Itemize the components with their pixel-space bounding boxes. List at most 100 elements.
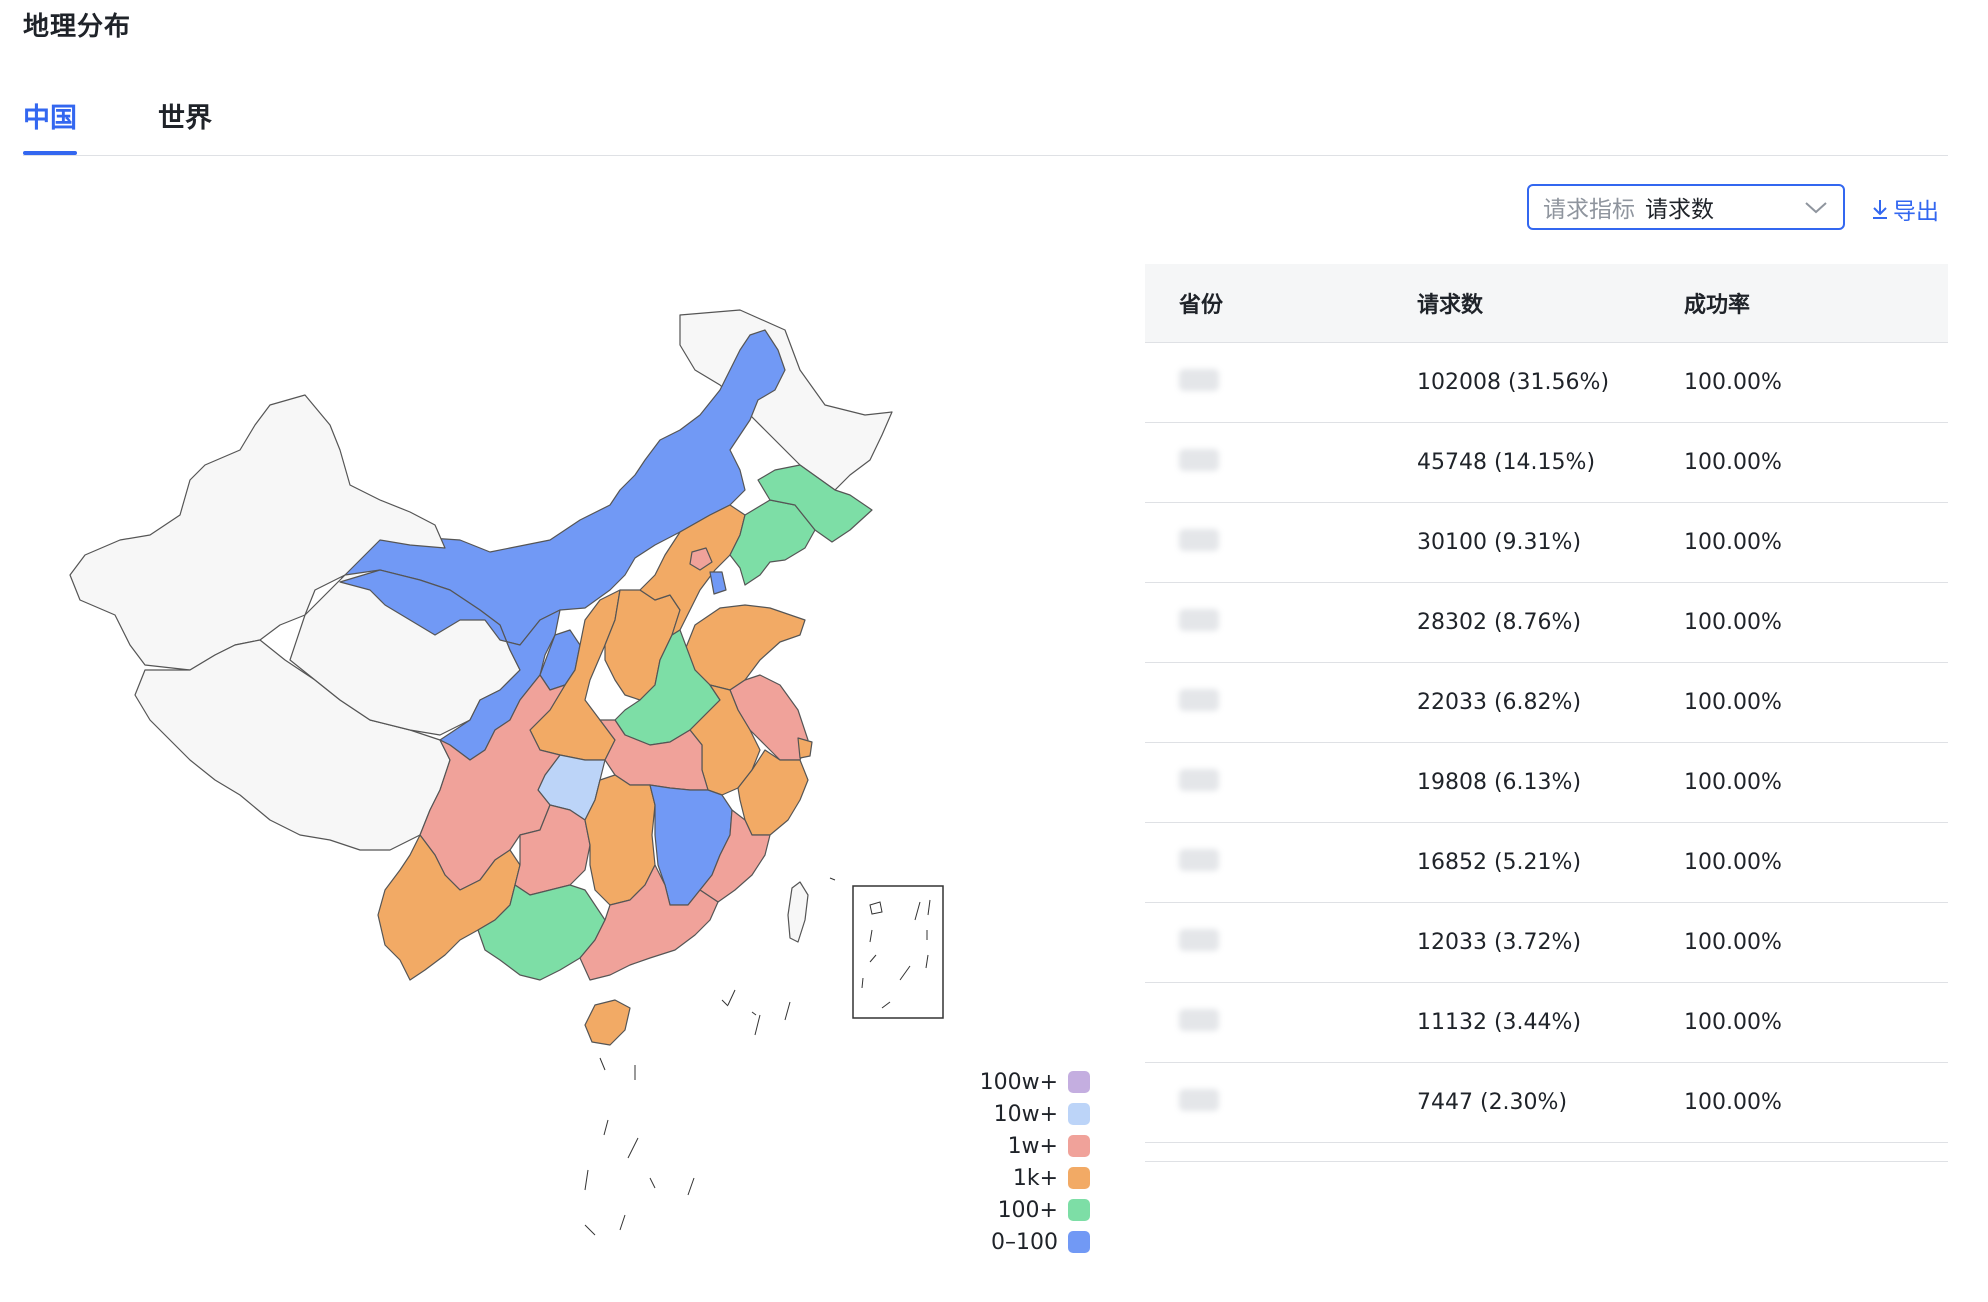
legend-swatch <box>1068 1071 1090 1093</box>
requests-cell: 22033 (6.82%) <box>1417 690 1582 715</box>
tabs-divider <box>23 155 1948 156</box>
province-cell <box>1145 848 1417 877</box>
legend-swatch <box>1068 1103 1090 1125</box>
inset-island <box>861 977 864 989</box>
redacted-province <box>1179 1008 1219 1031</box>
requests-cell: 19808 (6.13%) <box>1417 770 1582 795</box>
province-cell <box>1145 608 1417 637</box>
tab-world[interactable]: 世界 <box>158 96 212 155</box>
requests-cell: 7447 (2.30%) <box>1417 1090 1568 1115</box>
legend-label: 1w+ <box>1007 1133 1058 1159</box>
export-button[interactable]: 导出 <box>1870 192 1939 226</box>
legend-item[interactable]: 100w+ <box>970 1066 1090 1098</box>
header-province[interactable]: 省份 <box>1145 287 1417 319</box>
map-island-line <box>721 999 729 1007</box>
table-row[interactable]: 7447 (2.30%) 100.00% <box>1145 1063 1948 1143</box>
legend-item[interactable]: 10w+ <box>970 1098 1090 1130</box>
redacted-province <box>1179 448 1219 471</box>
requests-cell: 16852 (5.21%) <box>1417 850 1582 875</box>
inset-island <box>881 1001 891 1009</box>
requests-cell: 45748 (14.15%) <box>1417 450 1596 475</box>
redacted-province <box>1179 768 1219 791</box>
table-row[interactable]: 16852 (5.21%) 100.00% <box>1145 823 1948 903</box>
redacted-province <box>1179 928 1219 951</box>
requests-cell: 30100 (9.31%) <box>1417 530 1582 555</box>
redacted-province <box>1179 688 1219 711</box>
page-title: 地理分布 <box>23 12 132 42</box>
inset-island <box>899 965 911 981</box>
map-region-taiwan[interactable] <box>787 881 809 943</box>
table-row[interactable]: 19808 (6.13%) 100.00% <box>1145 743 1948 823</box>
map-island-line <box>627 1137 639 1159</box>
header-requests[interactable]: 请求数 <box>1417 287 1684 319</box>
requests-cell: 102008 (31.56%) <box>1417 370 1610 395</box>
inset-island <box>927 899 931 916</box>
success-rate-cell: 100.00% <box>1684 1090 1782 1115</box>
legend-swatch <box>1068 1199 1090 1221</box>
inset-island <box>869 954 877 963</box>
metric-select-value: 请求数 <box>1645 197 1714 223</box>
success-rate-cell: 100.00% <box>1684 530 1782 555</box>
requests-cell: 12033 (3.72%) <box>1417 930 1582 955</box>
legend-label: 1k+ <box>1012 1165 1058 1191</box>
map-coast-line <box>829 877 836 881</box>
province-cell <box>1145 688 1417 717</box>
map-legend: 100w+ 10w+ 1w+ 1k+ 100+ 0–100 <box>970 1066 1090 1258</box>
map-island-line <box>727 989 736 1006</box>
legend-label: 0–100 <box>991 1229 1058 1255</box>
tab-china[interactable]: 中国 <box>23 96 77 155</box>
requests-cell: 28302 (8.76%) <box>1417 610 1582 635</box>
table-row[interactable]: 12033 (3.72%) 100.00% <box>1145 903 1948 983</box>
success-rate-cell: 100.00% <box>1684 450 1782 475</box>
legend-item[interactable]: 100+ <box>970 1194 1090 1226</box>
inset-island <box>925 954 929 969</box>
map-island-line <box>751 1011 757 1016</box>
legend-item[interactable]: 1k+ <box>970 1162 1090 1194</box>
map-region-tianjin[interactable] <box>709 571 727 595</box>
table-row[interactable]: 30100 (9.31%) 100.00% <box>1145 503 1948 583</box>
map-island-line <box>754 1014 761 1036</box>
success-rate-cell: 100.00% <box>1684 1010 1782 1035</box>
download-icon <box>1873 200 1887 219</box>
table-row[interactable]: 102008 (31.56%) 100.00% <box>1145 343 1948 423</box>
map-region-hainan[interactable] <box>584 999 631 1046</box>
province-cell <box>1145 928 1417 957</box>
map-island-line <box>584 1169 589 1191</box>
province-cell <box>1145 528 1417 557</box>
export-label: 导出 <box>1893 199 1939 225</box>
table-row[interactable]: 22033 (6.82%) 100.00% <box>1145 663 1948 743</box>
legend-label: 100w+ <box>979 1069 1058 1095</box>
province-cell <box>1145 1008 1417 1037</box>
inset-island <box>869 901 883 915</box>
china-map <box>69 309 944 1236</box>
province-cell <box>1145 768 1417 797</box>
legend-swatch <box>1068 1135 1090 1157</box>
map-island-line <box>584 1224 596 1236</box>
table-row[interactable]: 28302 (8.76%) 100.00% <box>1145 583 1948 663</box>
chevron-down-icon <box>1805 202 1827 214</box>
redacted-province <box>1179 608 1219 631</box>
map-island-line <box>784 1001 791 1021</box>
table-header: 省份 请求数 成功率 <box>1145 264 1948 343</box>
table-row[interactable]: 11132 (3.44%) 100.00% <box>1145 983 1948 1063</box>
metric-select[interactable]: 请求指标 请求数 <box>1527 184 1845 230</box>
province-cell <box>1145 448 1417 477</box>
province-cell <box>1145 1088 1417 1117</box>
legend-swatch <box>1068 1167 1090 1189</box>
header-success-rate[interactable]: 成功率 <box>1684 287 1948 319</box>
redacted-province <box>1179 848 1219 871</box>
metric-select-label: 请求指标 <box>1543 197 1635 223</box>
legend-item[interactable]: 1w+ <box>970 1130 1090 1162</box>
table-row[interactable]: 45748 (14.15%) 100.00% <box>1145 423 1948 503</box>
success-rate-cell: 100.00% <box>1684 930 1782 955</box>
region-tabs: 中国 世界 <box>23 96 1948 156</box>
table-footer <box>1145 1143 1948 1162</box>
success-rate-cell: 100.00% <box>1684 770 1782 795</box>
legend-swatch <box>1068 1231 1090 1253</box>
inset-island <box>914 901 921 921</box>
redacted-province <box>1179 368 1219 391</box>
province-table: 省份 请求数 成功率 102008 (31.56%) 100.00% 45748 (… <box>1145 264 1948 1162</box>
map-island-line <box>619 1214 626 1231</box>
legend-item[interactable]: 0–100 <box>970 1226 1090 1258</box>
map-region-shanghai[interactable] <box>797 737 813 759</box>
